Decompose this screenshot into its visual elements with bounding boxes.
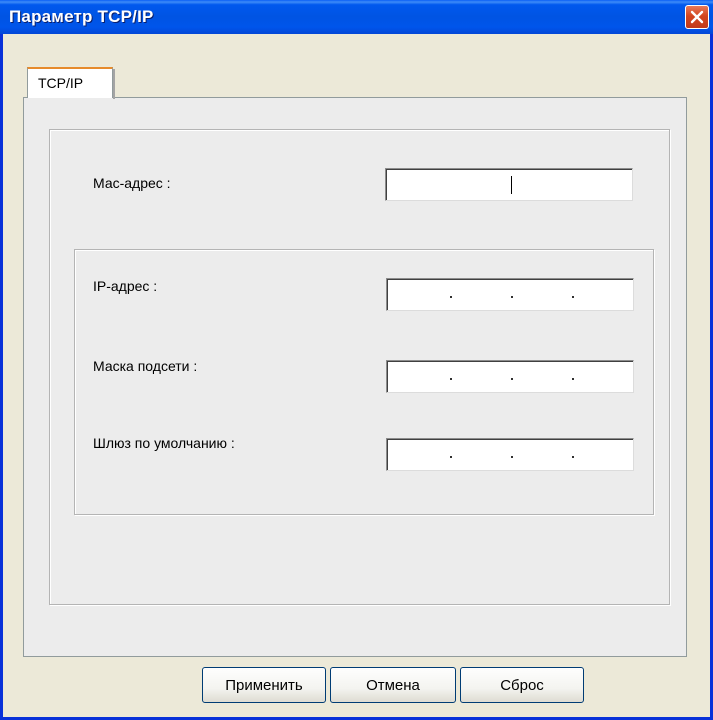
ip-separator	[450, 296, 452, 298]
ip-separator	[572, 456, 574, 458]
ip-address-label: IP-адрес :	[93, 278, 158, 294]
default-gateway-label: Шлюз по умолчанию :	[93, 435, 235, 451]
subnet-mask-label: Маска подсети :	[93, 358, 198, 374]
tab-panel: Мас-адрес : IP-адрес : Маска подсети : Ш…	[23, 97, 687, 657]
close-icon	[690, 10, 704, 24]
tcpip-dialog: Параметр TCP/IP TCP/IP Мас-адрес : IP-ад…	[0, 0, 713, 720]
ip-separator	[572, 378, 574, 380]
ip-separator	[511, 378, 513, 380]
ip-separator	[511, 296, 513, 298]
tab-edge	[113, 69, 115, 99]
ip-address-input[interactable]	[386, 278, 634, 311]
ip-separator	[450, 456, 452, 458]
mac-address-label: Мас-адрес :	[93, 175, 171, 191]
ip-separator	[450, 378, 452, 380]
text-caret	[511, 176, 512, 194]
ip-separator	[572, 296, 574, 298]
ip-separator	[511, 456, 513, 458]
tab-tcpip[interactable]: TCP/IP	[27, 67, 115, 99]
reset-button[interactable]: Сброс	[460, 667, 584, 703]
apply-button[interactable]: Применить	[202, 667, 326, 703]
cancel-button[interactable]: Отмена	[330, 667, 456, 703]
ip-settings-group: IP-адрес : Маска подсети : Шлюз по умолч…	[74, 249, 654, 515]
settings-group: Мас-адрес : IP-адрес : Маска подсети : Ш…	[49, 129, 670, 605]
window-title: Параметр TCP/IP	[9, 7, 154, 26]
title-bar[interactable]: Параметр TCP/IP	[0, 0, 713, 34]
close-button[interactable]	[685, 5, 709, 29]
tab-tcpip-label: TCP/IP	[38, 75, 84, 91]
default-gateway-input[interactable]	[386, 438, 634, 471]
mac-address-input[interactable]	[385, 168, 633, 201]
subnet-mask-input[interactable]	[386, 360, 634, 393]
